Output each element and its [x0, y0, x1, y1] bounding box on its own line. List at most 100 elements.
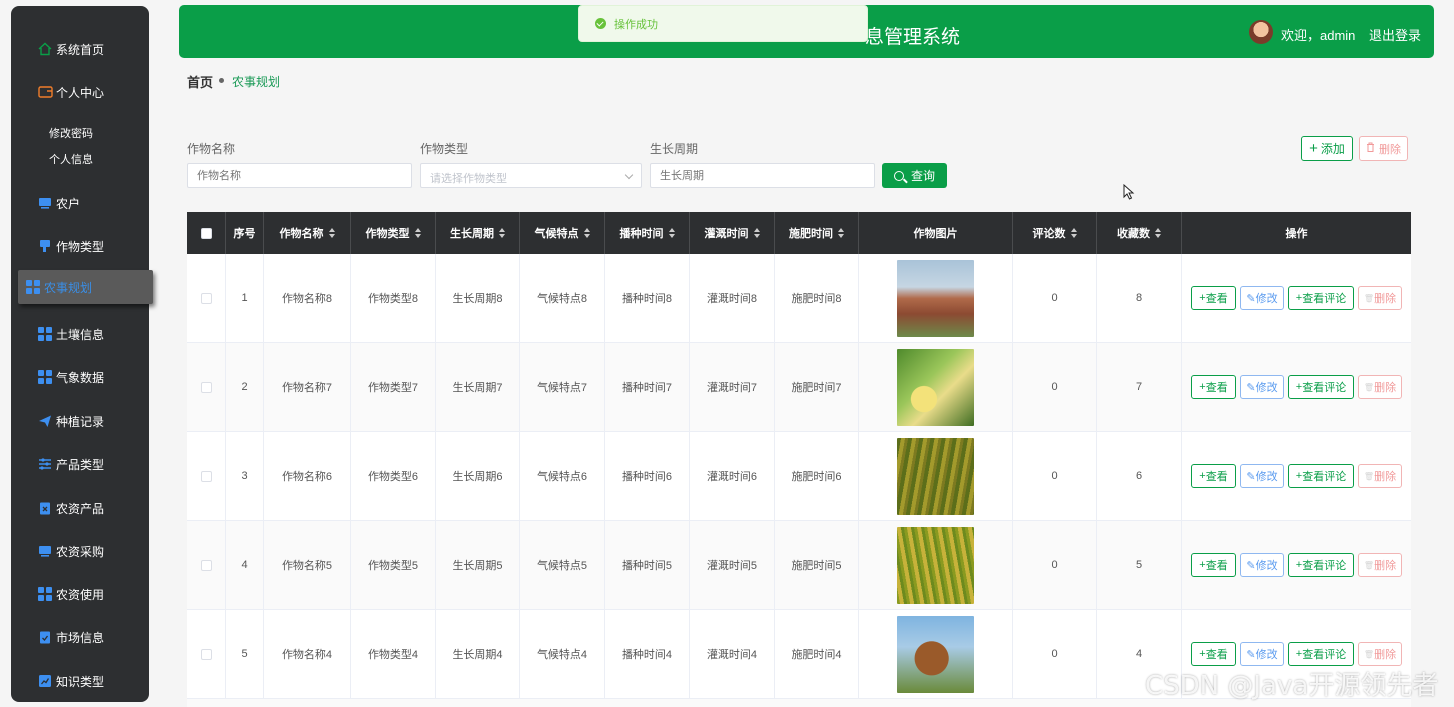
irrigation-time-cell: 灌溉时间5	[690, 521, 775, 609]
sidebar-item-crop-type[interactable]: 作物类型	[11, 229, 149, 263]
action-label: 修改	[1255, 382, 1278, 394]
view-button[interactable]: + 查看	[1191, 553, 1236, 577]
climate-cell: 气候特点4	[520, 610, 605, 698]
irrigation-time-cell: 灌溉时间6	[690, 432, 775, 520]
action-label: 删除	[1374, 560, 1397, 572]
logout-link[interactable]: 退出登录	[1369, 25, 1421, 44]
sidebar-item-planting-record[interactable]: 种植记录	[11, 404, 149, 438]
action-label: 查看评论	[1302, 560, 1347, 572]
query-button-label: 查询	[910, 169, 935, 183]
sidebar-item-knowledge-type[interactable]: 知识类型	[11, 664, 149, 698]
action-label: 查看评论	[1302, 471, 1347, 483]
view-button[interactable]: + 查看	[1191, 642, 1236, 666]
row-checkbox[interactable]	[200, 648, 212, 660]
edit-button[interactable]: ✎ 修改	[1240, 286, 1284, 310]
sidebar-item-label: 种植记录	[56, 414, 105, 429]
sidebar-item-soil[interactable]: 土壤信息	[11, 317, 149, 351]
row-checkbox[interactable]	[200, 470, 212, 482]
clipboard-check-icon	[38, 630, 52, 644]
action-label: 修改	[1255, 649, 1278, 661]
column-header-favorites[interactable]: 收藏数	[1097, 212, 1182, 254]
climate-cell: 气候特点6	[520, 432, 605, 520]
actions-cell: + 查看 ✎ 修改 + 查看评论 🗑 删除	[1182, 343, 1411, 431]
growth-cycle-input[interactable]	[650, 163, 875, 188]
sidebar-item-home[interactable]: 系统首页	[11, 32, 149, 66]
column-header-fertilizing-time[interactable]: 施肥时间	[775, 212, 859, 254]
sidebar-item-farmer[interactable]: 农户	[11, 186, 149, 220]
crop-image[interactable]	[897, 526, 974, 604]
monitor-icon	[38, 544, 52, 558]
column-header-crop-name[interactable]: 作物名称	[264, 212, 351, 254]
view-comments-button[interactable]: + 查看评论	[1288, 286, 1354, 310]
actions-cell: + 查看 ✎ 修改 + 查看评论 🗑 删除	[1182, 254, 1411, 342]
action-label: 查看	[1205, 560, 1228, 572]
climate-cell: 气候特点8	[520, 254, 605, 342]
flag-icon	[38, 239, 52, 253]
crop-name-input[interactable]	[187, 163, 412, 188]
sidebar-item-purchase[interactable]: 农资采购	[11, 534, 149, 568]
crop-image[interactable]	[897, 437, 974, 515]
edit-button[interactable]: ✎ 修改	[1240, 375, 1284, 399]
column-header-comments[interactable]: 评论数	[1013, 212, 1097, 254]
clipboard-x-icon	[38, 501, 52, 515]
sort-icon	[838, 228, 844, 238]
sidebar-subitem-profile[interactable]: 个人信息	[49, 151, 93, 167]
action-label: 修改	[1255, 293, 1278, 305]
view-button[interactable]: + 查看	[1191, 286, 1236, 310]
sowing-time-cell: 播种时间8	[605, 254, 690, 342]
column-header-sowing-time[interactable]: 播种时间	[605, 212, 690, 254]
welcome-text: 欢迎，admin	[1281, 28, 1356, 43]
sidebar-item-farm-planning[interactable]: 农事规划	[18, 270, 153, 304]
growth-cycle-cell: 生长周期5	[436, 521, 520, 609]
sort-icon	[583, 228, 590, 238]
view-comments-button[interactable]: + 查看评论	[1288, 553, 1354, 577]
action-label: 查看评论	[1302, 382, 1347, 394]
delete-button-label: 删除	[1379, 143, 1401, 156]
select-all-checkbox[interactable]	[200, 227, 212, 239]
column-header-climate[interactable]: 气候特点	[520, 212, 605, 254]
climate-cell: 气候特点7	[520, 343, 605, 431]
crop-image[interactable]	[897, 615, 974, 693]
sidebar-item-weather[interactable]: 气象数据	[11, 360, 149, 394]
row-checkbox[interactable]	[200, 559, 212, 571]
edit-icon: ✎	[1246, 470, 1256, 483]
view-button[interactable]: + 查看	[1191, 464, 1236, 488]
view-button[interactable]: + 查看	[1191, 375, 1236, 399]
crop-type-select[interactable]: 请选择作物类型	[420, 163, 642, 188]
sidebar-item-market[interactable]: 市场信息	[11, 620, 149, 654]
row-delete-button[interactable]: 🗑 删除	[1358, 553, 1402, 577]
row-checkbox[interactable]	[200, 292, 212, 304]
breadcrumb-home[interactable]: 首页	[187, 72, 213, 91]
add-button[interactable]: + 添加	[1301, 136, 1353, 161]
column-header-growth-cycle[interactable]: 生长周期	[436, 212, 520, 254]
view-comments-button[interactable]: + 查看评论	[1288, 375, 1354, 399]
edit-icon: ✎	[1246, 381, 1256, 394]
row-checkbox[interactable]	[200, 381, 212, 393]
edit-button[interactable]: ✎ 修改	[1240, 642, 1284, 666]
row-delete-button[interactable]: 🗑 删除	[1358, 464, 1402, 488]
row-delete-button[interactable]: 🗑 删除	[1358, 642, 1402, 666]
row-delete-button[interactable]: 🗑 删除	[1358, 375, 1402, 399]
query-button[interactable]: 查询	[882, 163, 947, 188]
crop-name-cell: 作物名称6	[264, 432, 351, 520]
edit-button[interactable]: ✎ 修改	[1240, 553, 1284, 577]
delete-button[interactable]: 删除	[1359, 136, 1408, 161]
edit-button[interactable]: ✎ 修改	[1240, 464, 1284, 488]
sort-icon	[499, 228, 505, 238]
sidebar-item-product-type[interactable]: 产品类型	[11, 447, 149, 481]
row-delete-button[interactable]: 🗑 删除	[1358, 286, 1402, 310]
crop-image[interactable]	[897, 348, 974, 426]
crop-image[interactable]	[897, 259, 974, 337]
add-button-label: 添加	[1320, 142, 1345, 156]
column-header-irrigation-time[interactable]: 灌溉时间	[690, 212, 775, 254]
view-comments-button[interactable]: + 查看评论	[1288, 464, 1354, 488]
comments-count-cell: 0	[1013, 254, 1097, 342]
column-header-crop-type[interactable]: 作物类型	[351, 212, 436, 254]
sidebar-item-label: 产品类型	[56, 457, 105, 472]
sidebar-subitem-change-password[interactable]: 修改密码	[49, 125, 93, 141]
column-header-label: 生长周期	[450, 228, 494, 240]
sidebar-item-usage[interactable]: 农资使用	[11, 577, 149, 611]
view-comments-button[interactable]: + 查看评论	[1288, 642, 1354, 666]
sidebar-item-personal[interactable]: 个人中心	[11, 75, 149, 109]
sidebar-item-agri-product[interactable]: 农资产品	[11, 491, 149, 525]
